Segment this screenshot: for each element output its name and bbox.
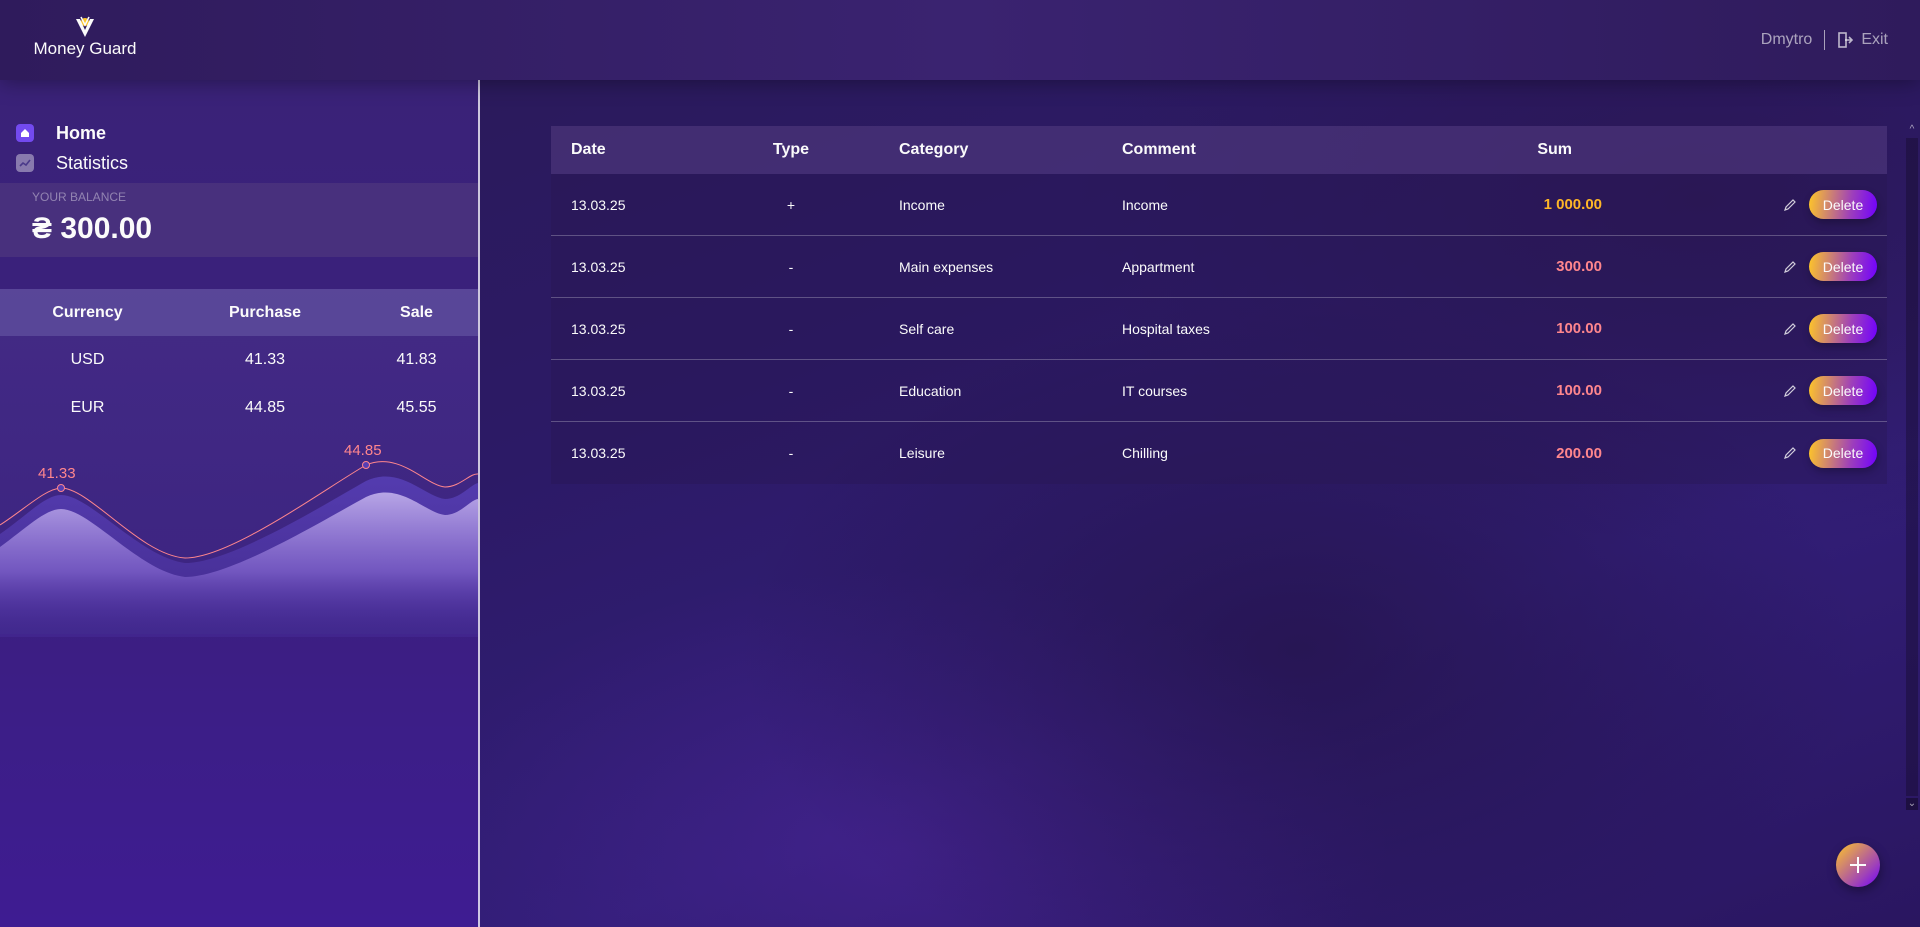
row-category: Income	[899, 196, 945, 213]
edit-icon[interactable]	[1783, 446, 1797, 460]
row-comment: Chilling	[1122, 445, 1168, 461]
row-category: Main expenses	[899, 258, 994, 275]
header-comment: Comment	[1122, 141, 1196, 158]
currency-row-usd: USD 41.33 41.83	[0, 336, 478, 384]
currency-name: USD	[70, 351, 105, 368]
currency-chart: 41.33 44.85	[0, 442, 478, 637]
user-separator	[1824, 30, 1826, 50]
row-type: -	[788, 258, 794, 275]
chart-label-eur: 44.85	[344, 442, 382, 459]
edit-icon[interactable]	[1783, 260, 1797, 274]
chart-point-usd	[57, 484, 65, 492]
row-comment: Income	[1122, 196, 1168, 213]
row-date: 13.03.25	[571, 445, 626, 461]
scroll-down-arrow[interactable]: ⌄	[1906, 798, 1918, 810]
delete-button[interactable]: Delete	[1809, 376, 1877, 405]
balance-box: Your balance ₴ 300.00	[0, 183, 478, 257]
nav-label-home: Home	[56, 122, 107, 143]
row-category: Leisure	[899, 445, 945, 461]
edit-icon[interactable]	[1783, 384, 1797, 398]
row-date: 13.03.25	[571, 196, 626, 213]
logo-text: Money Guard	[33, 39, 137, 58]
header-sum: Sum	[1537, 141, 1572, 158]
scrollbar-track[interactable]	[1906, 138, 1918, 796]
header-category: Category	[899, 141, 969, 158]
row-date: 13.03.25	[571, 258, 626, 275]
exit-label: Exit	[1861, 31, 1888, 48]
currency-purchase: 41.33	[244, 351, 286, 368]
row-type: +	[786, 196, 796, 213]
row-actions: Delete	[1602, 252, 1887, 281]
edit-icon[interactable]	[1783, 198, 1797, 212]
row-category: Education	[899, 382, 962, 399]
username: Dmytro	[1760, 31, 1813, 48]
add-transaction-button[interactable]	[1836, 843, 1880, 887]
chart-area	[0, 492, 478, 637]
table-row: 13.03.25 - Self care Hospital taxes 100.…	[551, 298, 1887, 360]
currency-sale: 45.55	[396, 399, 437, 416]
row-date: 13.03.25	[571, 382, 626, 399]
sidebar: Home Statistics Your balance ₴ 300.00 Cu…	[0, 80, 480, 927]
row-sum: 300.00	[1556, 258, 1602, 275]
row-actions: Delete	[1602, 376, 1887, 405]
logo-icon	[76, 16, 94, 37]
delete-button[interactable]: Delete	[1809, 252, 1877, 281]
balance-value: ₴ 300.00	[32, 212, 153, 245]
table-row: 13.03.25 - Education IT courses 100.00 D…	[551, 360, 1887, 422]
currency-header-sale: Sale	[400, 303, 433, 321]
currency-header-purchase: Purchase	[228, 303, 302, 321]
row-category: Self care	[899, 320, 955, 337]
row-actions: Delete	[1602, 438, 1887, 468]
nav-item-statistics[interactable]: Statistics	[16, 148, 128, 178]
currency-panel: Currency Purchase Sale USD 41.33 41.83 E…	[0, 289, 478, 637]
currency-purchase: 44.85	[244, 399, 286, 416]
currency-row-eur: EUR 44.85 45.55	[0, 384, 478, 432]
plus-icon	[1850, 857, 1866, 873]
row-sum: 1 000.00	[1543, 196, 1602, 213]
row-comment: IT courses	[1122, 382, 1188, 399]
nav-menu: Home Statistics	[16, 118, 128, 178]
table-row: 13.03.25 + Income Income 1 000.00 Delete	[551, 174, 1887, 236]
header-type: Type	[772, 141, 810, 158]
row-actions: Delete	[1602, 190, 1887, 219]
exit-icon	[1838, 32, 1854, 48]
currency-name: EUR	[70, 399, 105, 416]
chart-point-eur	[362, 461, 370, 469]
currency-sale: 41.83	[396, 351, 437, 368]
row-sum: 100.00	[1556, 382, 1602, 399]
chart-label-usd: 41.33	[38, 465, 76, 482]
row-comment: Appartment	[1122, 258, 1195, 275]
table-row: 13.03.25 - Main expenses Appartment 300.…	[551, 236, 1887, 298]
scroll-up-arrow[interactable]: ^	[1906, 124, 1918, 136]
delete-button[interactable]: Delete	[1809, 438, 1877, 468]
home-icon	[16, 124, 34, 142]
exit-button[interactable]: Exit	[1837, 31, 1888, 49]
row-type: -	[788, 382, 794, 399]
nav-label-statistics: Statistics	[56, 152, 129, 173]
row-comment: Hospital taxes	[1122, 320, 1210, 337]
nav-item-home[interactable]: Home	[16, 118, 128, 148]
currency-header-currency: Currency	[52, 303, 123, 321]
app-logo[interactable]: Money Guard	[30, 15, 140, 59]
header-date: Date	[571, 141, 606, 158]
edit-icon[interactable]	[1783, 322, 1797, 336]
row-actions: Delete	[1602, 314, 1887, 343]
row-date: 13.03.25	[571, 320, 626, 337]
row-sum: 100.00	[1556, 320, 1602, 337]
row-type: -	[788, 320, 794, 337]
table-header: Date Type Category Comment Sum	[551, 126, 1887, 174]
user-area: Dmytro Exit	[1761, 30, 1888, 50]
row-sum: 200.00	[1556, 444, 1602, 462]
app-header: Money Guard Dmytro Exit	[0, 0, 1920, 80]
currency-header: Currency Purchase Sale	[0, 289, 478, 336]
table-row: 13.03.25 - Leisure Chilling 200.00 Delet…	[551, 422, 1887, 484]
delete-button[interactable]: Delete	[1809, 314, 1877, 343]
row-type: -	[788, 445, 794, 461]
delete-button[interactable]: Delete	[1809, 190, 1877, 219]
balance-caption: Your balance	[32, 190, 127, 204]
transactions-table: Date Type Category Comment Sum 13.03.25 …	[551, 126, 1887, 484]
statistics-icon	[16, 154, 34, 172]
